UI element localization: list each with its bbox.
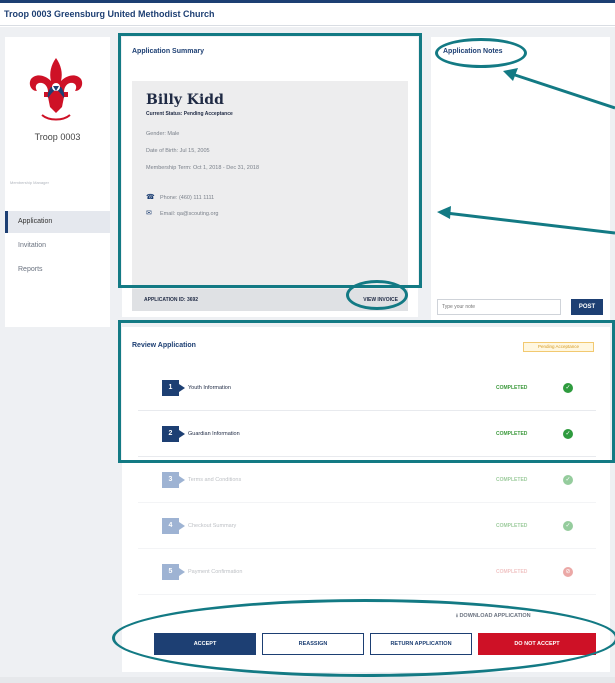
annotation-invoice-ellipse	[346, 280, 408, 310]
step-number: 4	[162, 518, 185, 534]
step-label: Terms and Conditions	[188, 477, 242, 483]
check-icon: ✓	[563, 475, 573, 485]
annotation-steps-highlight	[118, 320, 615, 463]
page-title: Troop 0003 Greensburg United Methodist C…	[4, 9, 215, 19]
error-icon: ⊘	[563, 567, 573, 577]
step-terms-and-conditions[interactable]: 3 Terms and Conditions COMPLETED ✓	[138, 457, 596, 503]
bsa-logo-icon	[29, 58, 83, 121]
sidebar-section-label: Membership Manager	[10, 180, 49, 185]
bottom-divider	[0, 677, 615, 683]
step-status: COMPLETED	[496, 569, 528, 575]
sidebar: Troop 0003 Membership Manager Applicatio…	[5, 37, 110, 327]
step-label: Checkout Summary	[188, 523, 237, 529]
sidebar-item-label: Invitation	[18, 242, 47, 249]
annotation-summary-highlight	[118, 33, 422, 288]
step-number: 3	[162, 472, 185, 488]
post-note-button[interactable]: POST	[571, 299, 603, 315]
step-status: COMPLETED	[496, 523, 528, 529]
sidebar-item-reports[interactable]: Reports	[5, 259, 110, 281]
sidebar-item-label: Application	[18, 218, 53, 225]
application-notes-card: Application Notes POST	[431, 37, 610, 320]
note-input[interactable]	[437, 299, 561, 315]
check-icon: ✓	[563, 521, 573, 531]
step-label: Payment Confirmation	[188, 569, 243, 575]
top-bar: Troop 0003 Greensburg United Methodist C…	[0, 0, 615, 26]
step-status: COMPLETED	[496, 477, 528, 483]
sidebar-item-application[interactable]: Application	[5, 211, 110, 233]
step-number: 5	[162, 564, 185, 580]
sidebar-item-label: Reports	[18, 266, 43, 273]
troop-label: Troop 0003	[34, 132, 81, 142]
annotation-actions-ellipse	[112, 599, 615, 677]
sidebar-item-invitation[interactable]: Invitation	[5, 235, 110, 257]
application-id: APPLICATION ID: 3692	[144, 297, 199, 303]
step-payment-confirmation[interactable]: 5 Payment Confirmation COMPLETED ⊘	[138, 549, 596, 595]
annotation-notes-ellipse	[435, 38, 527, 68]
step-checkout-summary[interactable]: 4 Checkout Summary COMPLETED ✓	[138, 503, 596, 549]
